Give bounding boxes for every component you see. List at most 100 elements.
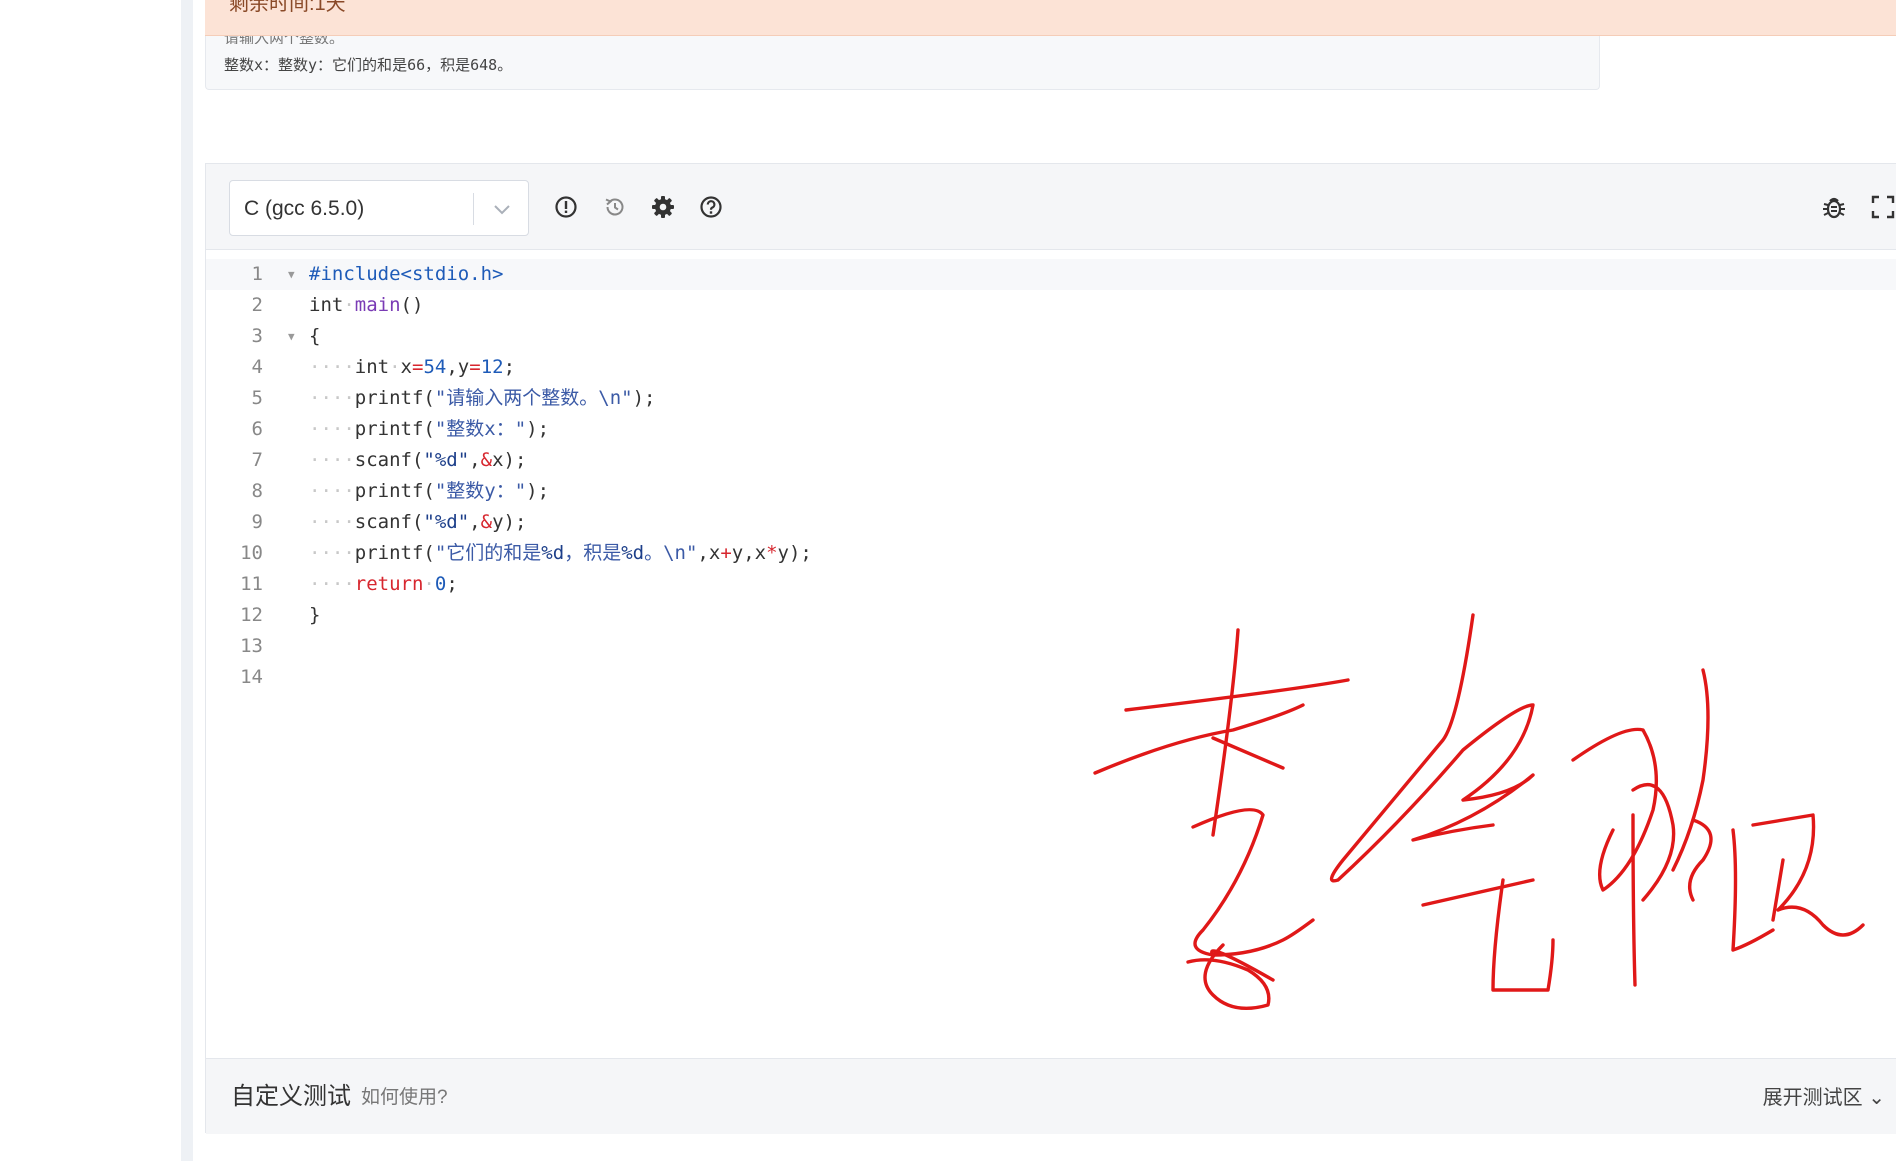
code-token: "%d" [423,511,470,533]
code-token: () [400,294,424,316]
line-number: 14 [240,666,263,688]
code-token: * [766,542,778,564]
gear-icon[interactable] [646,190,680,224]
editor-toolbar: C (gcc 6.5.0) [206,164,1896,250]
history-icon[interactable] [598,190,632,224]
code-token: ; [446,573,458,595]
line-number: 13 [240,635,263,657]
code-token: %d [621,542,645,564]
code-token: 54 [423,356,447,378]
language-select[interactable]: C (gcc 6.5.0) [229,180,529,236]
sample-output-box: 请输入两个整数。 整数x：整数y：它们的和是66，积是648。 [205,30,1600,90]
left-rail-divider [181,0,193,1161]
fullscreen-icon[interactable] [1866,190,1896,224]
code-token: printf( [354,418,435,440]
code-token: int [354,356,390,378]
code-token: ); [632,387,656,409]
custom-test-bar: 自定义测试 如何使用? 展开测试区 ⌄ [206,1058,1896,1134]
code-token: & [480,449,493,471]
line-number: 5 [251,387,263,409]
code-token: y); [777,542,812,564]
line-number: 8 [251,480,263,502]
line-number: 6 [251,418,263,440]
code-token: "%d" [423,449,470,471]
code-token: y,x [731,542,767,564]
code-token: ; [503,356,516,378]
time-remaining-banner: 剩余时间:1天 [205,0,1896,36]
code-line: 8 ····printf("整数y："); [206,476,1896,507]
code-token: ,x [697,542,721,564]
code-token: return [354,573,424,595]
code-token: x [400,356,412,378]
code-token: main [354,294,401,316]
left-sidebar [0,0,181,1161]
line-number: 3 [251,325,263,347]
code-token: printf( [354,480,435,502]
expand-test-area-button[interactable]: 展开测试区 ⌄ [1763,1059,1885,1137]
code-token: { [309,325,321,347]
code-token: ，积是 [564,542,622,564]
chevron-down-icon: ⌄ [1862,1087,1885,1109]
code-token: 。\n" [644,542,698,564]
select-divider [473,193,474,225]
code-line: 12 } [206,600,1896,631]
line-number: 12 [240,604,263,626]
code-token: x); [492,449,527,471]
code-line: 3 ▼ { [206,321,1896,352]
code-token: & [480,511,493,533]
code-token: } [309,604,321,626]
code-token: int [309,294,344,316]
alert-circle-icon[interactable] [549,190,583,224]
line-number: 2 [251,294,263,316]
code-editor[interactable]: 1 ▼ #include<stdio.h> 2 int·main() 3 ▼ {… [206,250,1896,1048]
line-number: 10 [240,542,263,564]
code-token: ); [526,418,550,440]
code-token: = [469,356,481,378]
time-remaining-text: 剩余时间:1天 [229,0,346,15]
code-token: 0 [434,573,447,595]
code-line: 11 ····return·0; [206,569,1896,600]
language-value: C (gcc 6.5.0) [244,197,365,220]
code-token: "它们的和是 [434,542,542,564]
how-to-use-link[interactable]: 如何使用? [361,1059,448,1137]
code-token: , [446,356,458,378]
code-token: y [457,356,470,378]
code-token: , [469,449,481,471]
code-line: 14 [206,662,1896,693]
bug-icon[interactable] [1817,190,1851,224]
code-editor-panel: C (gcc 6.5.0) 1 ▼ #include<stdio.h> 2 in… [205,163,1896,1134]
code-token: "整数x：" [434,418,527,440]
line-number: 11 [240,573,263,595]
code-token: "请输入两个整数。\n" [434,387,633,409]
code-token: = [412,356,424,378]
fold-arrow-icon[interactable]: ▼ [288,321,295,352]
code-line: 5 ····printf("请输入两个整数。\n"); [206,383,1896,414]
custom-test-title: 自定义测试 [231,1083,351,1110]
code-token: + [720,542,732,564]
main-content: 请输入两个整数。 整数x：整数y：它们的和是66，积是648。 剩余时间:1天 … [193,0,1896,1161]
code-token: y); [492,511,527,533]
help-circle-icon[interactable] [694,190,728,224]
code-line: 9 ····scanf("%d",&y); [206,507,1896,538]
code-line: 13 [206,631,1896,662]
expand-test-area-label: 展开测试区 [1762,1087,1863,1109]
code-token: printf( [354,387,435,409]
code-token: scanf( [354,449,424,471]
code-token: #include<stdio.h> [309,263,504,285]
code-line: 10 ····printf("它们的和是%d，积是%d。\n",x+y,x*y)… [206,538,1896,569]
fold-arrow-icon[interactable]: ▼ [288,259,295,290]
sample-output-line: 整数x：整数y：它们的和是66，积是648。 [224,56,513,74]
line-number: 1 [251,263,263,285]
code-line: 4 ····int·x=54,y=12; [206,352,1896,383]
code-line: 7 ····scanf("%d",&x); [206,445,1896,476]
chevron-down-icon [494,205,510,215]
code-token: 12 [480,356,504,378]
code-token: scanf( [354,511,424,533]
line-number: 4 [251,356,263,378]
code-token: ); [526,480,550,502]
code-token: , [469,511,481,533]
code-token: %d [541,542,565,564]
code-token: printf( [354,542,435,564]
code-line: 1 ▼ #include<stdio.h> [206,259,1896,290]
code-token: "整数y：" [434,480,527,502]
